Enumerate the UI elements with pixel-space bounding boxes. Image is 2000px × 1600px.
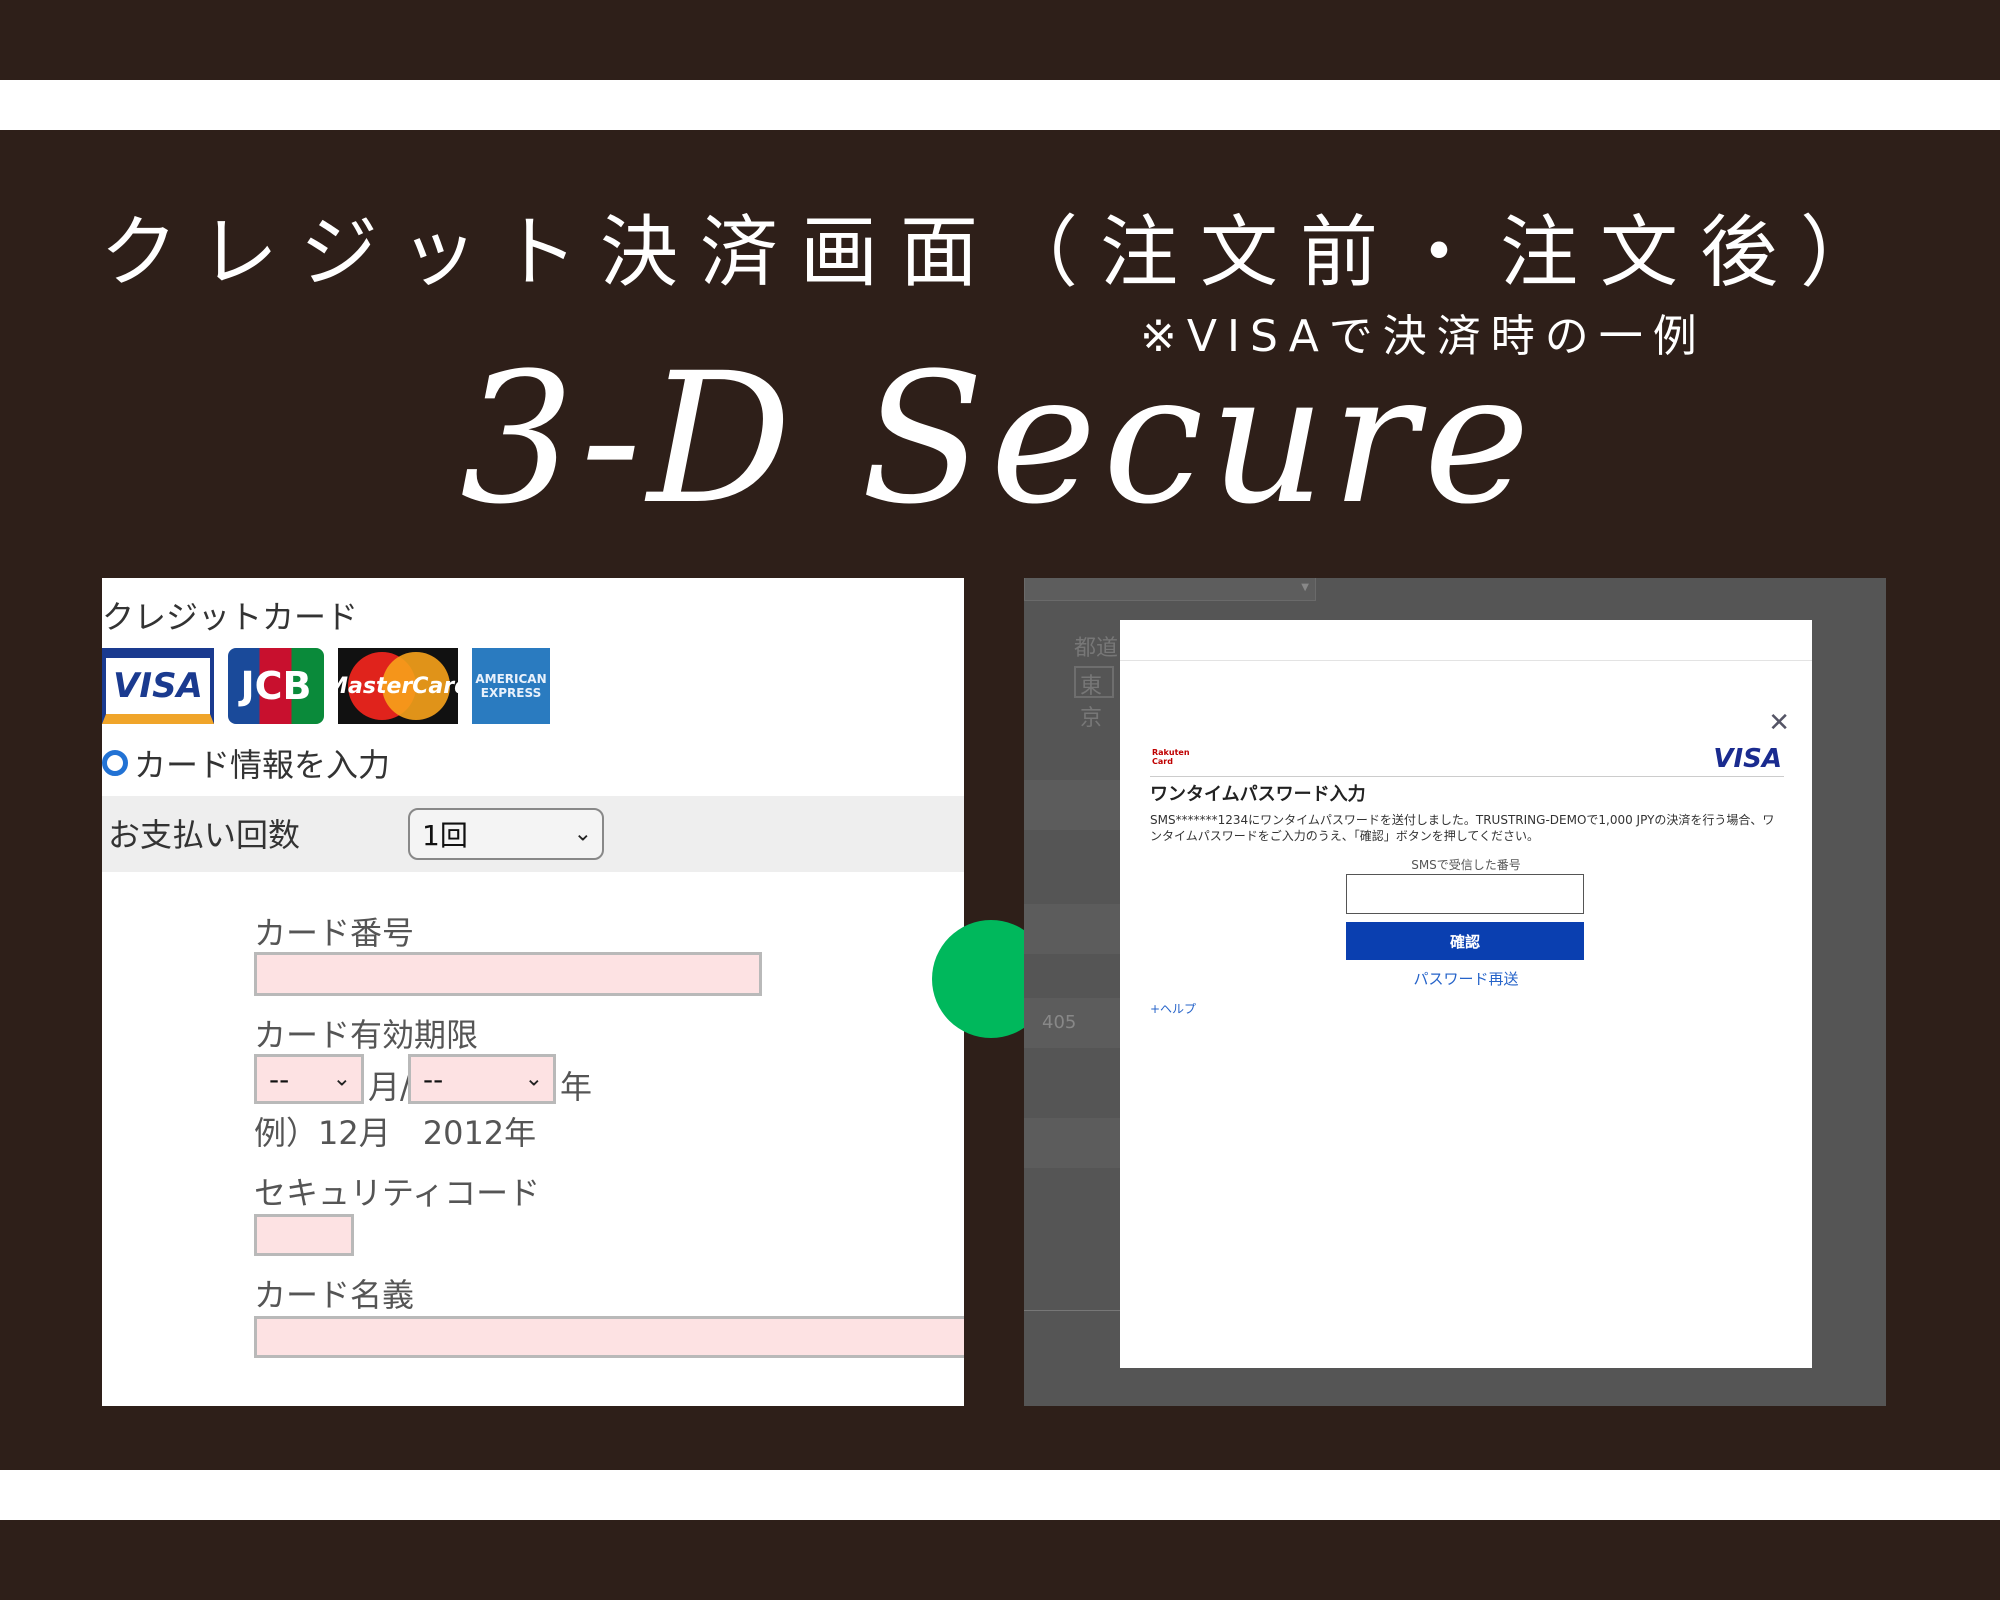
card-holder-label: カード名義 bbox=[254, 1276, 415, 1314]
close-icon[interactable]: ✕ bbox=[1768, 708, 1790, 738]
background-select: ▼ bbox=[1024, 578, 1316, 601]
modal-header-divider bbox=[1120, 660, 1812, 661]
background-divider bbox=[1024, 1310, 1124, 1311]
expiry-month-select[interactable]: -- ⌄ bbox=[254, 1054, 364, 1104]
card-number-label: カード番号 bbox=[254, 914, 415, 952]
installments-select[interactable]: 1回 ⌄ bbox=[408, 808, 604, 860]
script-title: 3-D Secure bbox=[460, 335, 1537, 544]
resend-password-link[interactable]: パスワード再送 bbox=[1120, 968, 1812, 989]
credit-card-heading: クレジットカード bbox=[102, 598, 359, 636]
background-number: 405 bbox=[1042, 1012, 1077, 1033]
visa-logo: VISA bbox=[102, 648, 214, 724]
mastercard-logo-text: MasterCard bbox=[338, 673, 458, 699]
sms-code-label: SMSで受信した番号 bbox=[1411, 858, 1521, 872]
card-entry-panel: クレジットカード VISA JCB MasterCard AMERICAN EX… bbox=[102, 578, 964, 1406]
chevron-down-icon: ⌄ bbox=[332, 1066, 351, 1092]
jcb-logo: JCB bbox=[228, 648, 324, 724]
help-link[interactable]: +ヘルプ bbox=[1150, 1000, 1196, 1017]
expiry-month-unit: 月/ bbox=[368, 1068, 411, 1106]
sms-code-input[interactable] bbox=[1346, 874, 1584, 914]
modal-divider bbox=[1150, 776, 1784, 777]
card-number-input[interactable] bbox=[254, 952, 762, 996]
chevron-down-icon: ⌄ bbox=[524, 1066, 543, 1092]
otp-message: SMS*******1234にワンタイムパスワードを送付しました。TRUSTRI… bbox=[1150, 813, 1775, 843]
installments-value: 1回 bbox=[422, 819, 468, 852]
expiry-year-value: -- bbox=[423, 1062, 444, 1096]
three-d-secure-panel: ▼ 都道 東京 405 ✕ Rakuten Card VISA ワンタイムパスワ… bbox=[1024, 578, 1886, 1406]
confirm-button[interactable]: 確認 bbox=[1346, 922, 1584, 960]
installments-label: お支払い回数 bbox=[108, 816, 301, 854]
card-info-radio-row[interactable]: カード情報を入力 bbox=[102, 740, 390, 786]
otp-modal: ✕ Rakuten Card VISA ワンタイムパスワード入力 SMS****… bbox=[1120, 620, 1812, 1368]
visa-logo: VISA bbox=[1713, 744, 1782, 774]
bottom-stripe bbox=[0, 1470, 2000, 1520]
card-brand-logos: VISA JCB MasterCard AMERICAN EXPRESS bbox=[102, 648, 550, 724]
expiry-year-select[interactable]: -- ⌄ bbox=[408, 1054, 556, 1104]
expiry-month-value: -- bbox=[269, 1062, 290, 1096]
otp-title: ワンタイムパスワード入力 bbox=[1150, 784, 1366, 805]
installments-row: お支払い回数 1回 ⌄ bbox=[102, 796, 964, 872]
hero-title: クレジット決済画面（注文前・注文後） bbox=[99, 208, 1900, 298]
security-code-input[interactable] bbox=[254, 1214, 354, 1256]
card-holder-input[interactable] bbox=[254, 1316, 964, 1358]
mastercard-logo: MasterCard bbox=[338, 648, 458, 724]
expiry-year-unit: 年 bbox=[560, 1068, 593, 1106]
amex-logo: AMERICAN EXPRESS bbox=[472, 648, 550, 724]
expiry-example: 例）12月 2012年 bbox=[254, 1114, 537, 1152]
background-prefecture-label: 都道 bbox=[1074, 636, 1119, 661]
card-info-radio-label: カード情報を入力 bbox=[134, 746, 391, 784]
rakuten-card-logo: Rakuten Card bbox=[1152, 748, 1190, 766]
security-code-label: セキュリティコード bbox=[254, 1174, 541, 1212]
top-stripe bbox=[0, 80, 2000, 130]
expiry-label: カード有効期限 bbox=[254, 1016, 479, 1054]
background-prefecture-field: 東京 bbox=[1074, 666, 1114, 731]
radio-button[interactable] bbox=[102, 750, 128, 776]
chevron-down-icon: ⌄ bbox=[573, 821, 592, 847]
